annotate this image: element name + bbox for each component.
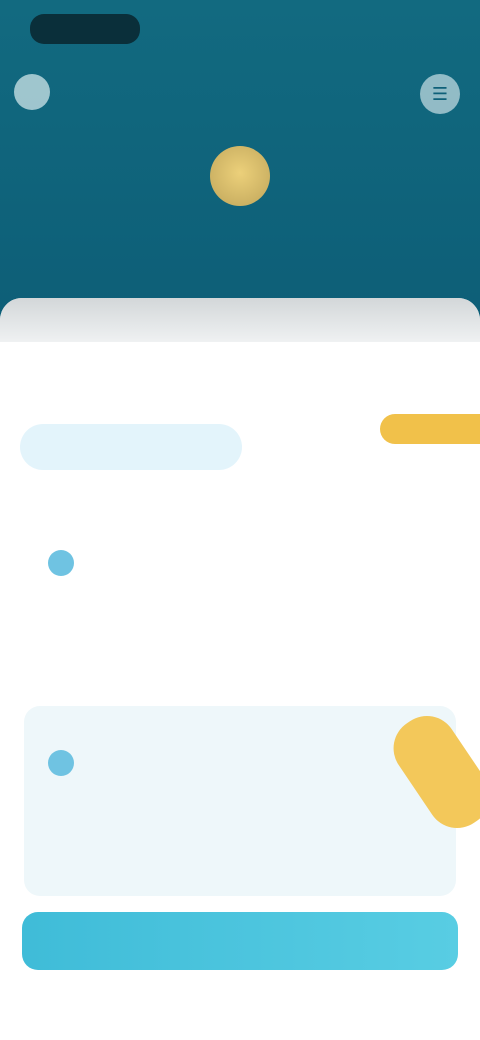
tab-second[interactable] (300, 424, 390, 470)
avatar[interactable] (210, 146, 270, 206)
list-item-card[interactable] (24, 520, 456, 680)
info-icon (48, 750, 74, 776)
menu-icon: ☰ (431, 83, 449, 104)
primary-action-button[interactable] (22, 912, 458, 970)
menu-button[interactable]: ☰ (420, 74, 460, 114)
status-bar (0, 0, 480, 56)
brand-logo-icon (14, 74, 50, 110)
tab-first[interactable] (20, 424, 242, 470)
brand[interactable] (14, 72, 60, 112)
tab-bar (20, 424, 460, 470)
list-item-card[interactable] (24, 706, 456, 896)
info-icon (48, 550, 74, 576)
status-time (30, 14, 140, 44)
sheet-top-band (0, 298, 480, 342)
header: ☰ (0, 0, 480, 330)
